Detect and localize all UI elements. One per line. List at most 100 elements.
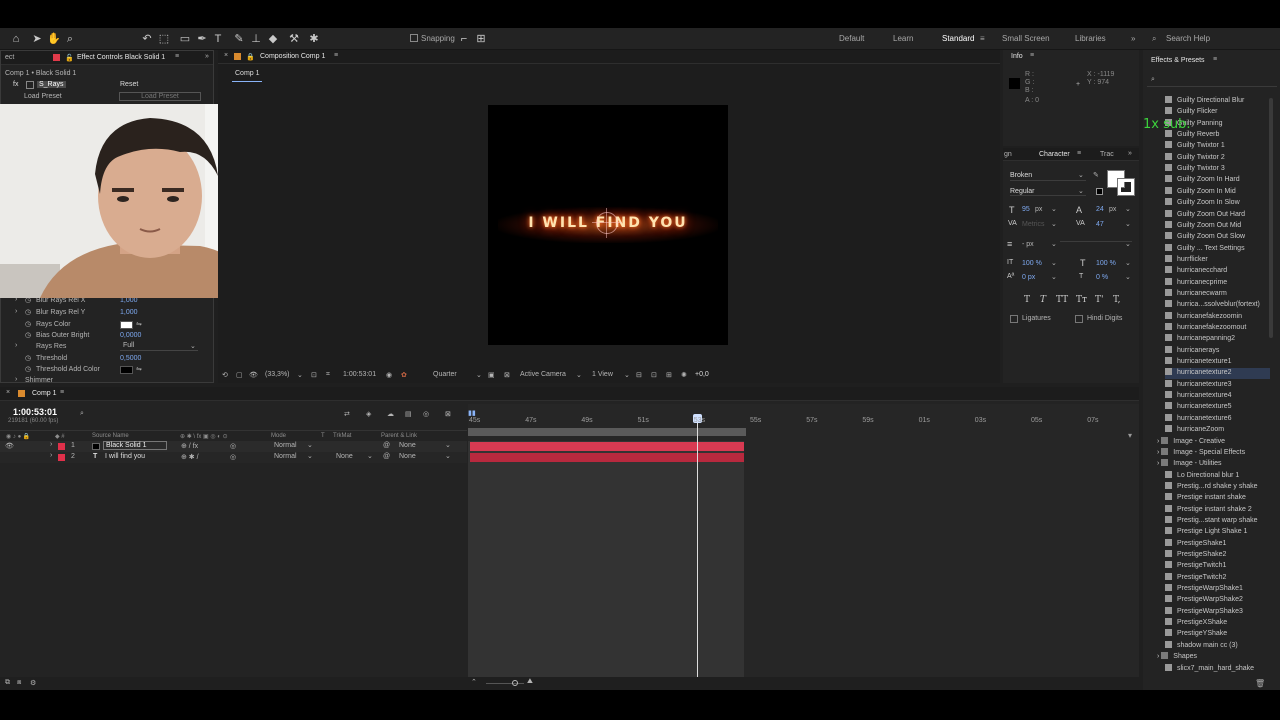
- chevron-down-icon[interactable]: ⌄: [1051, 205, 1057, 213]
- zoom-slider-thumb[interactable]: [512, 680, 518, 686]
- fx-toggle-icon[interactable]: [26, 81, 34, 89]
- table-row[interactable]: 2 › T I will find you ⊕ ✱ / ◎ Normal ⌄ N…: [0, 452, 467, 463]
- chevron-down-icon[interactable]: ⌄: [307, 452, 313, 460]
- threshold-color-swatch[interactable]: [120, 366, 133, 374]
- workspace-libraries[interactable]: Libraries: [1075, 34, 1106, 43]
- list-item[interactable]: hurricanecchard: [1165, 266, 1270, 277]
- list-item[interactable]: PrestigeWarpShake3: [1165, 606, 1270, 618]
- effects-presets-title[interactable]: Effects & Presets: [1151, 57, 1205, 64]
- info-title[interactable]: Info: [1011, 53, 1023, 60]
- list-item[interactable]: hurricanefakezoomout: [1165, 323, 1270, 334]
- list-item[interactable]: shadow main cc (3): [1165, 640, 1270, 652]
- table-row[interactable]: 👁 1 › Black Solid 1 ⊕ / fx ◎ Normal ⌄ @ …: [0, 441, 467, 452]
- zoom-in-icon[interactable]: ⛰: [527, 678, 533, 686]
- snap-options-icon[interactable]: ⌐: [457, 32, 471, 46]
- snapshot-icon[interactable]: ◉: [386, 371, 392, 379]
- superscript-button[interactable]: T': [1095, 295, 1103, 305]
- list-item[interactable]: Guilty Twixtor 1: [1165, 141, 1270, 152]
- layer-trkmat[interactable]: None: [336, 453, 353, 460]
- effect-controls-tab[interactable]: Effect Controls Black Solid 1: [77, 54, 165, 61]
- project-tab-stub[interactable]: ect: [5, 54, 14, 61]
- list-item[interactable]: PrestigeShake1: [1165, 538, 1270, 550]
- list-item[interactable]: hurricaneZoom: [1165, 425, 1270, 436]
- horizontal-scale-value[interactable]: 100 %: [1096, 260, 1116, 267]
- panel-menu-icon[interactable]: ≡: [1077, 150, 1081, 157]
- list-item[interactable]: Guilty Directional Blur: [1165, 96, 1270, 107]
- close-icon[interactable]: ×: [224, 52, 228, 59]
- render-icon[interactable]: ⧉: [5, 679, 10, 687]
- adjustment-icon[interactable]: ◎: [230, 442, 236, 450]
- eyedropper-icon[interactable]: ⇋: [136, 365, 142, 373]
- workspace-default[interactable]: Default: [839, 34, 864, 43]
- header-t[interactable]: T: [321, 433, 325, 439]
- paragraph-tab-stub[interactable]: gn: [1004, 151, 1012, 158]
- reset-exposure-icon[interactable]: ✺: [681, 371, 687, 379]
- rays-res-dropdown[interactable]: Full: [120, 342, 198, 351]
- chevron-down-icon[interactable]: ⌄: [1125, 220, 1131, 228]
- leading-value[interactable]: 24: [1096, 206, 1104, 213]
- list-item[interactable]: Guilty Twixtor 3: [1165, 164, 1270, 175]
- search-icon[interactable]: ⌕: [80, 410, 84, 418]
- pickwhip-icon[interactable]: @: [383, 442, 390, 449]
- layer-label-color[interactable]: [58, 454, 65, 461]
- effect-name[interactable]: S_Rays: [37, 81, 66, 88]
- ligatures-checkbox[interactable]: [1010, 315, 1018, 323]
- rectangle-tool-icon[interactable]: ▭: [178, 32, 192, 46]
- effects-search-input[interactable]: ⌕: [1147, 75, 1277, 87]
- layer-switch-icon[interactable]: ⧈: [17, 679, 21, 687]
- eraser-tool-icon[interactable]: ◆: [266, 32, 280, 46]
- header-mode[interactable]: Mode: [271, 433, 286, 439]
- layer-bar[interactable]: [470, 442, 744, 451]
- rays-color-swatch[interactable]: [120, 321, 133, 329]
- zoom-slider[interactable]: [486, 683, 524, 684]
- list-item[interactable]: hurricanetexture4: [1165, 391, 1270, 402]
- work-area-bar[interactable]: [468, 428, 746, 436]
- list-item[interactable]: hurrflicker: [1165, 254, 1270, 266]
- graph-editor-icon[interactable]: ⊠: [445, 410, 451, 418]
- eyedropper-icon[interactable]: ✎: [1093, 171, 1099, 179]
- shy-icon[interactable]: ☁: [387, 410, 394, 418]
- settings-icon[interactable]: ⚙: [30, 679, 36, 687]
- playhead-line[interactable]: [697, 417, 698, 677]
- comp-subtab[interactable]: Comp 1: [235, 70, 260, 77]
- workspace-standard[interactable]: Standard: [942, 34, 974, 43]
- list-item[interactable]: PrestigeWarpShake1: [1165, 584, 1270, 595]
- list-item[interactable]: PrestigeTwitch1: [1165, 561, 1270, 572]
- panel-menu-icon[interactable]: ≡: [334, 52, 338, 59]
- search-icon[interactable]: ⌕: [1152, 34, 1156, 44]
- stroke-color-swatch[interactable]: [1117, 178, 1135, 196]
- fit-icon[interactable]: ⊡: [651, 371, 657, 379]
- draft-3d-icon[interactable]: ◈: [366, 410, 371, 418]
- list-item[interactable]: Prestig...stant warp shake: [1165, 515, 1270, 527]
- tracker-tab-stub[interactable]: Trac: [1100, 151, 1114, 158]
- list-item[interactable]: Guilty Zoom Out Slow: [1165, 232, 1270, 243]
- transparency-grid-icon[interactable]: ⊠: [504, 371, 510, 379]
- kerning-value[interactable]: Metrics: [1022, 221, 1045, 228]
- selection-tool-icon[interactable]: ➤: [30, 32, 44, 46]
- show-channel-icon[interactable]: ✿: [401, 371, 407, 379]
- zoom-out-icon[interactable]: ⌃: [471, 678, 477, 686]
- list-item[interactable]: Guilty ... Text Settings: [1165, 243, 1270, 255]
- rotate-tool-icon[interactable]: ↶: [140, 32, 154, 46]
- chevron-down-icon[interactable]: ⌄: [1125, 240, 1131, 248]
- comp-timecode[interactable]: 1:00:53:01: [343, 371, 376, 378]
- chevron-down-icon[interactable]: ⌄: [1125, 205, 1131, 213]
- expand-arrow-icon[interactable]: ›: [15, 376, 17, 383]
- expand-arrow-icon[interactable]: ›: [15, 308, 17, 315]
- list-item[interactable]: Prestig...rd shake y shake: [1165, 481, 1270, 493]
- eyedropper-icon[interactable]: ⇋: [136, 320, 142, 328]
- list-item[interactable]: Prestige Light Shake 1: [1165, 527, 1270, 538]
- list-item[interactable]: Guilty Twixtor 2: [1165, 152, 1270, 164]
- delete-icon[interactable]: 🗑: [1255, 679, 1265, 688]
- header-parent[interactable]: Parent & Link: [381, 433, 417, 439]
- zoom-level[interactable]: (33,3%): [265, 371, 290, 378]
- list-item[interactable]: hurricanecwarm: [1165, 288, 1270, 300]
- lock-icon[interactable]: 🔒: [246, 53, 255, 61]
- region-of-interest-icon[interactable]: ▣: [488, 371, 495, 379]
- home-icon[interactable]: ⌂: [9, 32, 23, 46]
- header-trkmat[interactable]: TrkMat: [333, 433, 351, 439]
- view-options-icon[interactable]: 👁: [249, 371, 258, 379]
- tsume-value[interactable]: 0 %: [1096, 274, 1108, 281]
- motion-blur-icon[interactable]: ◎: [423, 410, 429, 418]
- param-blur-rays-rel-x-value[interactable]: 1,000: [120, 297, 138, 304]
